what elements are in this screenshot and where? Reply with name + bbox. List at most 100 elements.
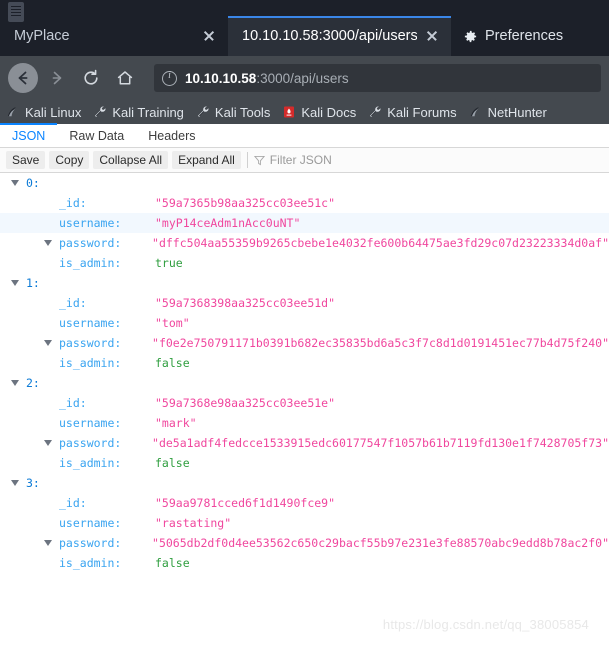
json-field-row: _id: "59aa9781cced6f1d1490fce9" xyxy=(0,493,609,513)
chevron-down-icon[interactable] xyxy=(11,380,19,386)
json-key: password: xyxy=(59,536,122,550)
bookmark-label: Kali Tools xyxy=(214,104,271,120)
tab-strip: MyPlace 10.10.10.58:3000/api/users Prefe… xyxy=(0,0,609,56)
json-field-row[interactable]: password: "dffc504aa55359b9265cbebe1e403… xyxy=(0,233,609,253)
tab-title: Preferences xyxy=(485,28,564,44)
json-field-row: is_admin: true xyxy=(0,253,609,273)
json-key: _id: xyxy=(59,196,87,210)
json-value: "59aa9781cced6f1d1490fce9" xyxy=(155,496,336,510)
bookmark-label: Kali Linux xyxy=(25,104,82,120)
url-host: 10.10.10.58 xyxy=(185,70,257,86)
browser-tab-preferences[interactable]: Preferences xyxy=(451,16,571,56)
toolbar-divider xyxy=(246,152,248,168)
json-key: password: xyxy=(59,236,122,250)
array-index: 2: xyxy=(26,376,40,390)
chevron-down-icon[interactable] xyxy=(44,340,52,346)
browser-tab-api-users[interactable]: 10.10.10.58:3000/api/users xyxy=(228,16,451,56)
json-array-index-row[interactable]: 1: xyxy=(0,273,609,293)
kali-docs-book-icon xyxy=(282,105,296,119)
url-bar[interactable]: 10.10.10.58:3000/api/users xyxy=(154,64,601,92)
filter-json-input[interactable]: Filter JSON xyxy=(253,153,332,167)
json-field-row: is_admin: false xyxy=(0,353,609,373)
json-value: "f0e2e750791171b0391b682ec35835bd6a5c3f7… xyxy=(152,336,609,350)
json-field-row: is_admin: false xyxy=(0,453,609,473)
tab-label: Raw Data xyxy=(69,128,125,143)
viewer-tabs: JSON Raw Data Headers xyxy=(0,123,609,148)
bookmarks-bar: Kali Linux Kali Training Kali Tools Kali… xyxy=(0,100,609,124)
json-tree[interactable]: 0: _id: "59a7365b98aa325cc03ee51c" usern… xyxy=(0,173,609,646)
gear-icon xyxy=(463,29,478,44)
json-value: "rastating" xyxy=(155,516,232,530)
json-field-row: username: "rastating" xyxy=(0,513,609,533)
tabs-row: MyPlace 10.10.10.58:3000/api/users Prefe… xyxy=(0,16,609,56)
home-icon xyxy=(117,71,133,85)
info-circle-icon[interactable] xyxy=(162,70,177,86)
bookmark-kali-docs[interactable]: Kali Docs xyxy=(282,105,356,120)
kali-dragon-icon xyxy=(6,105,20,119)
browser-tab-myplace[interactable]: MyPlace xyxy=(0,16,228,56)
json-value: "59a7365b98aa325cc03ee51c" xyxy=(155,196,336,210)
bookmark-kali-tools[interactable]: Kali Tools xyxy=(196,105,270,120)
copy-button[interactable]: Copy xyxy=(49,151,90,169)
kali-dragon-icon xyxy=(469,105,483,119)
tab-raw-data[interactable]: Raw Data xyxy=(57,124,136,147)
array-index: 1: xyxy=(26,276,40,290)
bookmark-kali-forums[interactable]: Kali Forums xyxy=(368,105,457,120)
json-field-row[interactable]: password: "5065db2df0d4ee53562c650c29bac… xyxy=(0,533,609,553)
tab-label: JSON xyxy=(12,128,46,143)
json-key: _id: xyxy=(59,396,87,410)
json-key: username: xyxy=(59,316,122,330)
tab-label: Headers xyxy=(148,128,196,143)
json-key: is_admin: xyxy=(59,356,122,370)
reload-icon xyxy=(84,69,98,85)
collapse-all-button[interactable]: Collapse All xyxy=(93,151,169,169)
json-value: "59a7368e98aa325cc03ee51e" xyxy=(155,396,336,410)
chevron-down-icon[interactable] xyxy=(44,240,52,246)
json-field-row: is_admin: false xyxy=(0,553,609,573)
chevron-down-icon[interactable] xyxy=(11,180,19,186)
json-key: password: xyxy=(59,336,122,350)
forward-arrow-icon xyxy=(52,71,62,85)
json-field-row[interactable]: password: "de5a1adf4fedcce1533915edc6017… xyxy=(0,433,609,453)
json-field-row: _id: "59a7365b98aa325cc03ee51c" xyxy=(0,193,609,213)
json-key: is_admin: xyxy=(59,556,122,570)
json-key: username: xyxy=(59,516,122,530)
save-button[interactable]: Save xyxy=(6,151,46,169)
expand-all-button[interactable]: Expand All xyxy=(172,151,241,169)
chevron-down-icon[interactable] xyxy=(44,540,52,546)
json-field-row: _id: "59a7368e98aa325cc03ee51e" xyxy=(0,393,609,413)
kali-wrench-icon xyxy=(368,105,382,119)
chevron-down-icon[interactable] xyxy=(11,280,19,286)
viewer-toolbar: Save Copy Collapse All Expand All Filter… xyxy=(0,148,609,173)
json-key: _id: xyxy=(59,296,87,310)
tab-headers[interactable]: Headers xyxy=(136,124,207,147)
filter-placeholder: Filter JSON xyxy=(269,153,332,167)
reload-button[interactable] xyxy=(76,63,106,93)
bookmark-label: Kali Docs xyxy=(301,104,357,120)
json-field-row[interactable]: password: "f0e2e750791171b0391b682ec3583… xyxy=(0,333,609,353)
json-value: "de5a1adf4fedcce1533915edc60177547f1057b… xyxy=(152,436,609,450)
chevron-down-icon[interactable] xyxy=(44,440,52,446)
back-button[interactable] xyxy=(8,63,38,93)
json-value: false xyxy=(155,356,190,370)
json-array-index-row[interactable]: 3: xyxy=(0,473,609,493)
close-tab-icon[interactable] xyxy=(423,27,441,45)
close-tab-icon[interactable] xyxy=(200,27,218,45)
watermark: https://blog.csdn.net/qq_38005854 xyxy=(382,617,589,632)
tab-json[interactable]: JSON xyxy=(0,123,58,147)
tab-title: MyPlace xyxy=(14,28,70,44)
home-button[interactable] xyxy=(110,63,140,93)
chevron-down-icon[interactable] xyxy=(11,480,19,486)
browser-chrome: MyPlace 10.10.10.58:3000/api/users Prefe… xyxy=(0,0,609,124)
json-array-index-row[interactable]: 2: xyxy=(0,373,609,393)
json-key: is_admin: xyxy=(59,456,122,470)
json-field-row: username: "tom" xyxy=(0,313,609,333)
forward-button[interactable] xyxy=(42,63,72,93)
bookmark-nethunter[interactable]: NetHunter xyxy=(469,105,547,120)
array-index: 3: xyxy=(26,476,40,490)
bookmark-kali-linux[interactable]: Kali Linux xyxy=(6,105,81,120)
json-key: _id: xyxy=(59,496,87,510)
kali-wrench-icon xyxy=(93,105,107,119)
json-array-index-row[interactable]: 0: xyxy=(0,173,609,193)
bookmark-kali-training[interactable]: Kali Training xyxy=(93,105,184,120)
